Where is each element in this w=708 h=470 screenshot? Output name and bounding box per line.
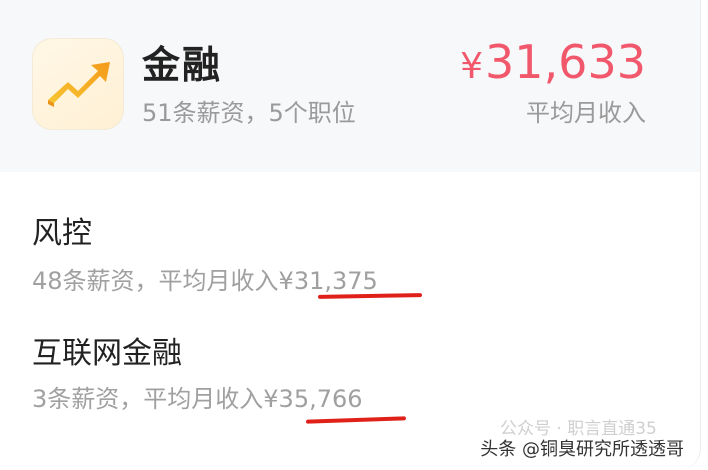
average-salary-value: 31,633 [485,35,646,89]
trending-up-icon [32,38,124,130]
industry-name: 金融 [142,43,223,87]
job-salary: ¥31,375 [278,267,378,295]
job-meta: 3条薪资，平均月收入¥35,766 [32,382,363,416]
job-meta: 48条薪资，平均月收入¥31,375 [32,264,378,298]
currency-symbol: ¥ [460,46,484,87]
industry-meta: 51条薪资，5个职位 [142,99,356,127]
red-underline [305,416,407,424]
watermark: 头条 @铜臭研究所透透哥 [476,436,688,464]
job-meta-text: 48条薪资，平均月收入 [32,267,279,295]
average-salary-label: 平均月收入 [526,99,646,127]
job-title: 风控 [32,216,92,251]
industry-header[interactable]: 金融 51条薪资，5个职位 ¥31,633 平均月收入 [0,0,700,172]
industry-salary-card: 金融 51条薪资，5个职位 ¥31,633 平均月收入 风控 48条薪资，平均月… [0,0,701,470]
red-underline [317,293,423,299]
job-title: 互联网金融 [32,336,182,371]
job-meta-text: 3条薪资，平均月收入 [32,385,264,413]
industry-average-salary: ¥31,633 [460,30,646,99]
job-salary: ¥35,766 [263,385,363,413]
